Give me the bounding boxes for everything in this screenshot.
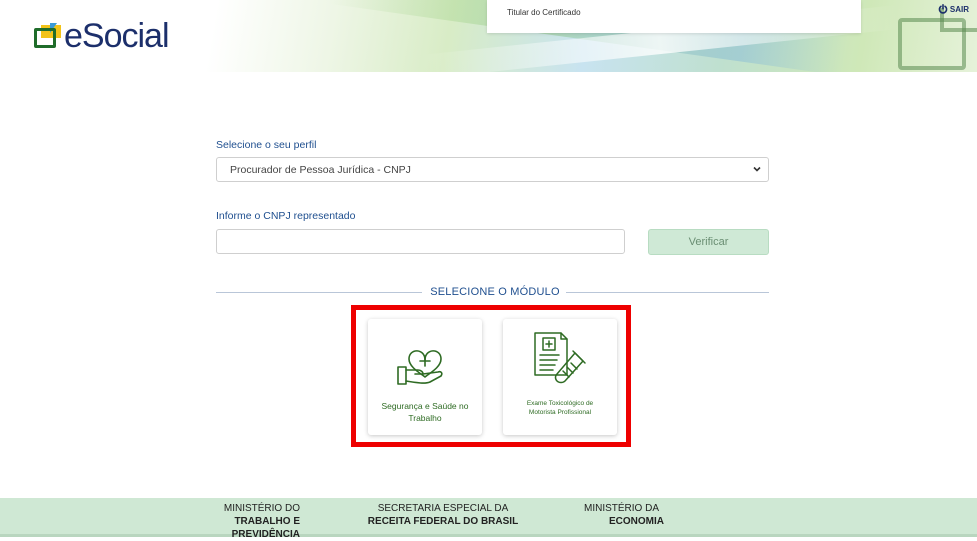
module-card-toxicology-exam[interactable]: Exame Toxicológico de Motorista Profissi… [503,319,617,435]
profile-label: Selecione o seu perfil [216,139,317,151]
module-label: Segurança e Saúde no Trabalho [381,401,469,423]
chevron-down-icon [753,166,761,172]
profile-select[interactable]: Procurador de Pessoa Jurídica - CNPJ [216,157,769,182]
footer-ministry-economy: MINISTÉRIO DA ECONOMIA [584,503,664,527]
profile-selected-value: Procurador de Pessoa Jurídica - CNPJ [230,163,411,176]
cnpj-input[interactable] [216,229,625,254]
section-divider-left [216,292,422,293]
footer-federal-revenue: SECRETARIA ESPECIAL DA RECEITA FEDERAL D… [367,503,519,527]
section-divider-right [566,292,769,293]
esocial-logo[interactable]: eSocial [32,16,170,56]
verify-button[interactable]: Verificar [648,229,769,255]
footer-ministry-labor: MINISTÉRIO DO TRABALHO E PREVIDÊNCIA [223,503,300,540]
module-card-safety-health[interactable]: Segurança e Saúde no Trabalho [368,319,482,435]
logout-button[interactable]: SAIR [938,4,969,14]
logout-label: SAIR [949,4,969,14]
esocial-logo-icon [32,22,62,50]
certificate-panel: Titular do Certificado [487,0,861,33]
cnpj-label: Informe o CNPJ representado [216,210,356,222]
footer: MINISTÉRIO DO TRABALHO E PREVIDÊNCIA SEC… [0,498,977,540]
medical-report-test-tube-icon [534,332,586,384]
logo-text: eSocial [64,16,170,55]
certificate-holder-label: Titular do Certificado [507,8,581,17]
header-banner: eSocial Titular do Certificado SAIR [0,0,977,72]
power-icon [938,4,948,14]
module-section-title: SELECIONE O MÓDULO [430,286,560,298]
module-label: Exame Toxicológico de Motorista Profissi… [526,400,594,416]
